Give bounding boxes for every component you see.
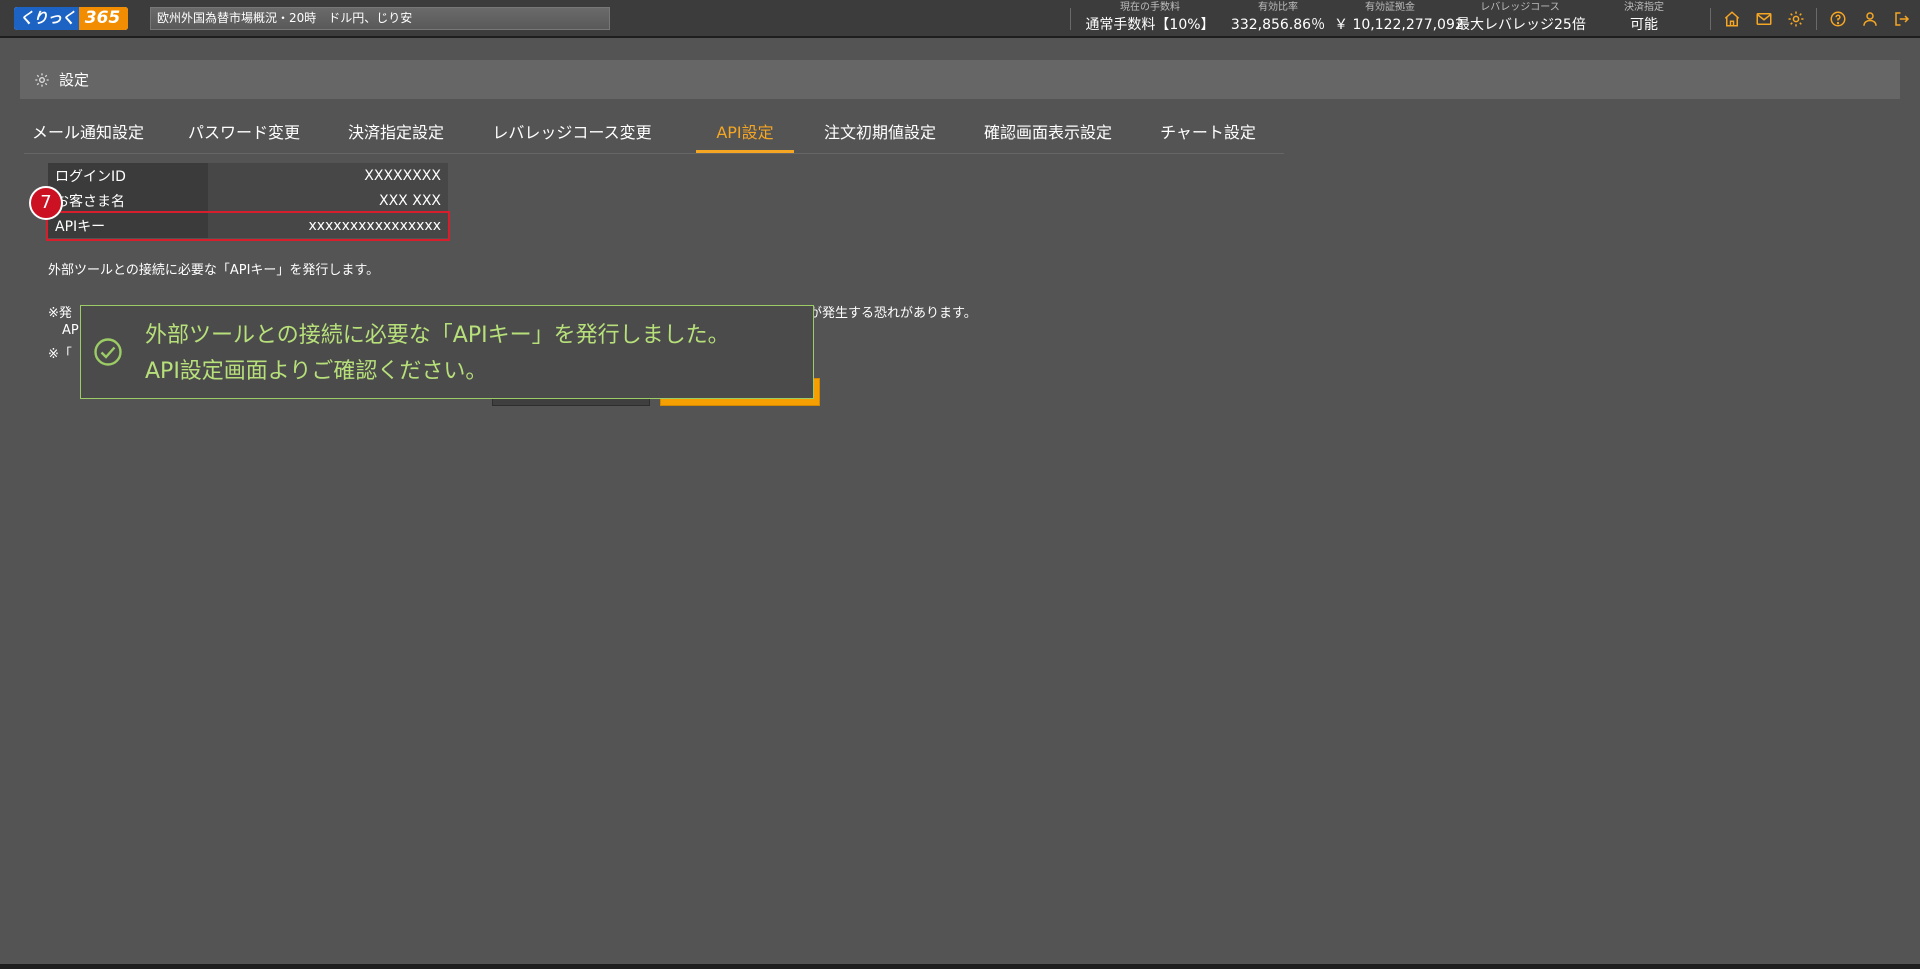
tab-mail-notification[interactable]: メール通知設定	[24, 117, 152, 153]
home-icon[interactable]	[1722, 9, 1742, 29]
table-row: ログインID XXXXXXXX	[48, 163, 448, 188]
customer-name-label: お客さま名	[48, 188, 208, 213]
warning-note-tail: 害が発生する恐れがあります。	[796, 306, 977, 321]
app-logo[interactable]: くりっく 365	[14, 7, 128, 30]
gear-icon[interactable]	[1786, 9, 1806, 29]
stat-fee: 現在の手数料 通常手数料【10%】	[1082, 0, 1218, 38]
stat-divider	[1070, 8, 1071, 30]
logo-text-b: 365	[79, 7, 128, 30]
stat-label: レバレッジコース	[1480, 2, 1560, 13]
stat-settlement: 決済指定 可能	[1604, 0, 1684, 38]
settings-gear-icon	[34, 72, 50, 88]
tab-password-change[interactable]: パスワード変更	[180, 117, 308, 153]
step-number-badge: 7	[29, 186, 63, 220]
tab-leverage-course[interactable]: レバレッジコース変更	[484, 117, 660, 153]
success-toast: 外部ツールとの接続に必要な「APIキー」を発行しました。 API設定画面よりご確…	[80, 305, 814, 399]
stat-label: 有効証拠金	[1365, 2, 1415, 13]
stat-effective-margin: 有効証拠金 ￥ 10,122,277,092	[1334, 0, 1464, 38]
tab-settlement-setting[interactable]: 決済指定設定	[340, 117, 452, 153]
top-bar: くりっく 365 欧州外国為替市場概況・20時 ドル円、じり安 現在の手数料 通…	[0, 0, 1920, 38]
settings-header: 設定	[20, 60, 1900, 99]
stat-divider	[1710, 8, 1711, 30]
stat-value: 通常手数料【10%】	[1085, 17, 1215, 33]
bottom-bar	[0, 964, 1920, 969]
settings-tabs: メール通知設定 パスワード変更 決済指定設定 レバレッジコース変更 API設定 …	[24, 117, 1284, 154]
tab-api-settings[interactable]: API設定	[696, 117, 794, 153]
warning-note-line2: AP	[62, 323, 79, 338]
customer-name-value: XXX XXX	[208, 188, 448, 213]
stat-value: 332,856.86％	[1230, 17, 1326, 33]
stat-leverage-course: レバレッジコース 最大レバレッジ25倍	[1456, 0, 1586, 38]
secondary-note: ※「	[48, 347, 72, 362]
stat-label: 現在の手数料	[1120, 2, 1180, 13]
page-title: 設定	[59, 71, 90, 89]
stat-value: ￥ 10,122,277,092	[1334, 17, 1464, 33]
stat-label: 有効比率	[1258, 2, 1298, 13]
login-id-label: ログインID	[48, 163, 208, 188]
tab-confirm-screen[interactable]: 確認画面表示設定	[976, 117, 1120, 153]
logo-text-a: くりっく	[14, 7, 80, 30]
toast-message-line2: API設定画面よりご確認ください。	[145, 359, 488, 384]
stat-effective-ratio: 有効比率 332,856.86％	[1228, 0, 1328, 38]
tab-chart-settings[interactable]: チャート設定	[1152, 117, 1264, 153]
news-ticker[interactable]: 欧州外国為替市場概況・20時 ドル円、じり安	[150, 7, 610, 30]
help-icon[interactable]	[1828, 9, 1848, 29]
check-circle-icon	[90, 334, 126, 370]
table-row: お客さま名 XXX XXX	[48, 188, 448, 213]
toast-message: 外部ツールとの接続に必要な「APIキー」を発行しました。 API設定画面よりご確…	[145, 318, 730, 390]
toast-message-line1: 外部ツールとの接続に必要な「APIキー」を発行しました。	[145, 323, 730, 348]
stat-label: 決済指定	[1624, 2, 1664, 13]
mail-icon[interactable]	[1754, 9, 1774, 29]
stat-value: 可能	[1630, 17, 1658, 33]
stat-value: 最大レバレッジ25倍	[1456, 17, 1586, 33]
warning-note: ※発	[48, 306, 72, 321]
api-key-highlight-box	[46, 211, 450, 241]
login-id-value: XXXXXXXX	[208, 163, 448, 188]
user-icon[interactable]	[1860, 9, 1880, 29]
icon-divider	[1816, 8, 1817, 30]
logout-icon[interactable]	[1892, 9, 1912, 29]
tab-order-defaults[interactable]: 注文初期値設定	[816, 117, 944, 153]
api-description: 外部ツールとの接続に必要な「APIキー」を発行します。	[48, 263, 380, 278]
